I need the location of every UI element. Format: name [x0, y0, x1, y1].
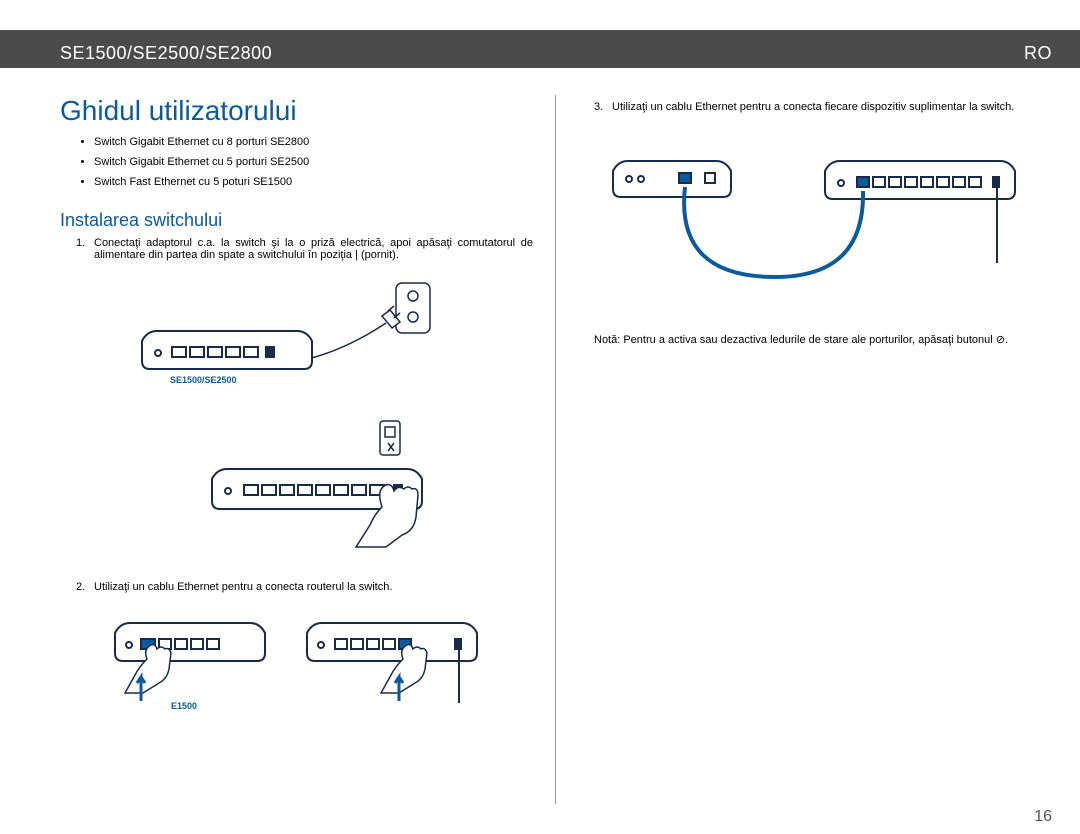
- bullet-item: Switch Fast Ethernet cu 5 poturi SE1500: [94, 173, 533, 193]
- figure-ethernet-device-svg: [605, 153, 1025, 283]
- page-number: 16: [1034, 808, 1052, 826]
- bullet-item: Switch Gigabit Ethernet cu 5 porturi SE2…: [94, 153, 533, 173]
- figure-power-svg: SE1500/SE2500: [132, 281, 462, 551]
- figure-label-top: SE1500/SE2500: [170, 375, 237, 385]
- figure-power: SE1500/SE2500: [60, 281, 533, 551]
- page-title: Ghidul utilizatorului: [60, 95, 533, 127]
- section-install-heading: Instalarea switchului: [60, 210, 533, 231]
- header-lang: RO: [1024, 43, 1052, 64]
- header-band: SE1500/SE2500/SE2800 RO: [0, 30, 1080, 68]
- step-3-num: 3.: [594, 101, 612, 113]
- step-2-num: 2.: [76, 581, 94, 593]
- right-column: 3.Utilizaţi un cablu Ethernet pentru a c…: [556, 95, 1052, 804]
- step-3: 3.Utilizaţi un cablu Ethernet pentru a c…: [578, 101, 1052, 113]
- step-1-num: 1.: [76, 237, 94, 249]
- figure-ethernet-svg: E1500: [107, 613, 487, 723]
- content-area: Ghidul utilizatorului Switch Gigabit Eth…: [60, 95, 1052, 804]
- figure-label-bottom-left: E1500: [171, 701, 197, 711]
- step-2-text: Utilizaţi un cablu Ethernet pentru a con…: [94, 581, 392, 593]
- page: SE1500/SE2500/SE2800 RO Ghidul utilizato…: [0, 0, 1080, 834]
- bullet-item: Switch Gigabit Ethernet cu 8 porturi SE2…: [94, 133, 533, 153]
- figure-ethernet-router: E1500: [60, 613, 533, 723]
- header-model: SE1500/SE2500/SE2800: [60, 43, 272, 64]
- step-1: 1.Conectaţi adaptorul c.a. la switch şi …: [60, 237, 533, 261]
- figure-ethernet-device: [578, 153, 1052, 283]
- step-1-text: Conectaţi adaptorul c.a. la switch şi la…: [94, 237, 533, 261]
- product-bullets: Switch Gigabit Ethernet cu 8 porturi SE2…: [60, 133, 533, 192]
- left-column: Ghidul utilizatorului Switch Gigabit Eth…: [60, 95, 556, 804]
- note-text: Notă: Pentru a activa sau dezactiva ledu…: [578, 333, 1052, 346]
- step-3-text: Utilizaţi un cablu Ethernet pentru a con…: [612, 101, 1014, 113]
- step-2: 2.Utilizaţi un cablu Ethernet pentru a c…: [60, 581, 533, 593]
